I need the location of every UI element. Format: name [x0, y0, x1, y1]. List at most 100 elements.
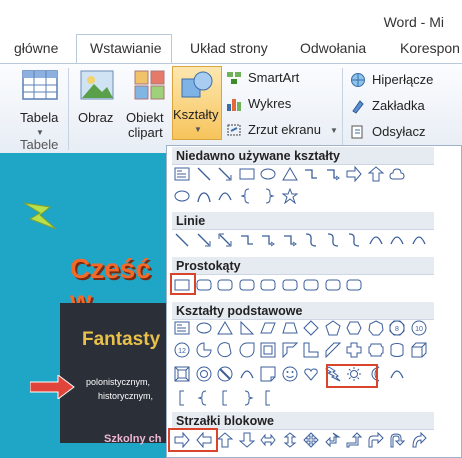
- shape-curve-icon[interactable]: [196, 188, 212, 204]
- shape-elbow-icon[interactable]: [303, 166, 319, 182]
- document-canvas[interactable]: Cześć w Fantasty polonistycznym, history…: [0, 153, 172, 458]
- shape-tri-icon[interactable]: [281, 166, 298, 182]
- tab-uklad-strony[interactable]: Układ strony: [190, 40, 268, 56]
- shape-arrowline-icon[interactable]: [196, 232, 212, 248]
- shape-arc-icon[interactable]: [368, 232, 384, 248]
- shapes-button[interactable]: Kształty ▼: [172, 66, 222, 140]
- shape-text-icon[interactable]: [174, 320, 190, 336]
- chart-button[interactable]: Wykres: [226, 96, 326, 114]
- shape-trap-icon[interactable]: [281, 320, 298, 336]
- shape-tri-icon[interactable]: [217, 320, 233, 336]
- shape-scurve-icon[interactable]: [325, 232, 341, 248]
- shape-elbowarrow-icon[interactable]: [282, 232, 298, 248]
- shape-donut-icon[interactable]: [196, 366, 212, 382]
- shape-brace2-icon[interactable]: [260, 188, 276, 204]
- shape-halfframe-icon[interactable]: [282, 342, 298, 358]
- shape-text-icon[interactable]: [174, 166, 190, 182]
- shape-tear-icon[interactable]: [239, 342, 255, 358]
- shape-arrowline-icon[interactable]: [217, 166, 233, 182]
- shape-cyl-icon[interactable]: [389, 342, 405, 358]
- shape-scurve-icon[interactable]: [303, 232, 319, 248]
- shape-folded-icon[interactable]: [260, 366, 276, 382]
- shape-dblarrow-icon[interactable]: [217, 232, 233, 248]
- shape-elbow-icon[interactable]: [239, 232, 255, 248]
- shape-quad-icon[interactable]: [303, 432, 319, 448]
- shape-rrect-icon[interactable]: [325, 277, 341, 293]
- shape-brace-icon[interactable]: [196, 390, 212, 406]
- hyperlink-button[interactable]: Hiperłącze: [350, 72, 450, 90]
- shape-arrowLR-icon[interactable]: [260, 432, 276, 448]
- shape-rrect-icon[interactable]: [260, 277, 276, 293]
- shape-bentup-icon[interactable]: [346, 432, 362, 448]
- shape-arrowU-icon[interactable]: [367, 166, 384, 182]
- shape-para-icon[interactable]: [260, 320, 276, 336]
- shape-arc-icon[interactable]: [239, 366, 255, 382]
- shape-oval-icon[interactable]: [174, 188, 190, 204]
- shape-star-icon[interactable]: [281, 188, 298, 204]
- clipart-button[interactable]: Obiekt clipart: [124, 68, 172, 140]
- shape-bracket-icon[interactable]: [174, 390, 190, 406]
- shape-elbowarrow-icon[interactable]: [325, 166, 341, 182]
- shape-line-icon[interactable]: [196, 166, 212, 182]
- shape-plus-icon[interactable]: [346, 342, 362, 358]
- picture-button[interactable]: Obraz: [76, 68, 120, 128]
- shape-pie-icon[interactable]: [196, 342, 212, 358]
- shape-plaque-icon[interactable]: [368, 342, 384, 358]
- shape-diagstripe-icon[interactable]: [325, 342, 341, 358]
- shape-rrect-icon[interactable]: [346, 277, 362, 293]
- shape-8-icon[interactable]: 8: [389, 320, 405, 336]
- shape-smiley-icon[interactable]: [282, 366, 298, 382]
- shape-10-icon[interactable]: 10: [411, 320, 427, 336]
- shape-rrect-icon[interactable]: [196, 277, 212, 293]
- tab-glowne[interactable]: główne: [14, 40, 58, 56]
- shape-lshape-icon[interactable]: [303, 342, 319, 358]
- shape-rrect-icon[interactable]: [303, 277, 319, 293]
- shape-arc-icon[interactable]: [389, 232, 405, 248]
- shape-cube-icon[interactable]: [411, 342, 427, 358]
- smartart-button[interactable]: SmartArt: [226, 70, 326, 88]
- shape-arc-icon[interactable]: [389, 366, 405, 382]
- cross-reference-button[interactable]: Odsyłacz: [350, 124, 450, 142]
- shape-arrowD-icon[interactable]: [238, 432, 255, 448]
- shape-elbowarrow-icon[interactable]: [260, 232, 276, 248]
- shape-rrect-icon[interactable]: [282, 277, 298, 293]
- tab-wstawianie[interactable]: Wstawianie: [90, 40, 162, 56]
- shape-heart-icon[interactable]: [303, 366, 319, 382]
- shape-brace2-icon[interactable]: [239, 390, 255, 406]
- shape-rtri-icon[interactable]: [239, 320, 255, 336]
- shape-oval-icon[interactable]: [196, 320, 212, 336]
- shape-12-icon[interactable]: 12: [174, 342, 190, 358]
- shape-oval-icon[interactable]: [260, 166, 276, 182]
- shape-line-icon[interactable]: [174, 232, 190, 248]
- shape-arrowU-icon[interactable]: [217, 432, 233, 448]
- shape-arc-icon[interactable]: [411, 232, 427, 248]
- shape-hept-icon[interactable]: [367, 320, 384, 336]
- shape-bracket-icon[interactable]: [217, 390, 233, 406]
- shape-pent-icon[interactable]: [324, 320, 341, 336]
- shape-bevel-icon[interactable]: [174, 366, 190, 382]
- tab-odwolania[interactable]: Odwołania: [300, 40, 366, 56]
- shape-frame-icon[interactable]: [260, 342, 276, 358]
- shape-leftup-icon[interactable]: [324, 432, 341, 448]
- table-button[interactable]: Tabela ▼: [18, 68, 62, 138]
- shape-arrowR-icon[interactable]: [346, 166, 362, 182]
- shape-scurve-icon[interactable]: [346, 232, 362, 248]
- shape-bracket-icon[interactable]: [260, 390, 276, 406]
- shape-rrect-icon[interactable]: [217, 277, 233, 293]
- shape-chord-icon[interactable]: [217, 342, 233, 358]
- shape-bent-icon[interactable]: [368, 432, 384, 448]
- shape-uturn-icon[interactable]: [389, 432, 405, 448]
- shape-rrect-icon[interactable]: [239, 277, 255, 293]
- shape-brace-icon[interactable]: [239, 188, 255, 204]
- shape-cloud-icon[interactable]: [389, 166, 405, 182]
- screenshot-button[interactable]: Zrzut ekranu ▼: [226, 122, 338, 140]
- shape-hex-icon[interactable]: [346, 320, 362, 336]
- shape-rect-icon[interactable]: [239, 166, 255, 182]
- shape-diamond-icon[interactable]: [303, 320, 319, 336]
- tab-koresp[interactable]: Korespon: [400, 40, 460, 56]
- shape-arc-icon[interactable]: [217, 188, 233, 204]
- shape-noSym-icon[interactable]: [217, 366, 233, 382]
- shape-arrowUD-icon[interactable]: [282, 432, 298, 448]
- shape-curvedR-icon[interactable]: [411, 432, 427, 448]
- bookmark-button[interactable]: Zakładka: [350, 98, 450, 116]
